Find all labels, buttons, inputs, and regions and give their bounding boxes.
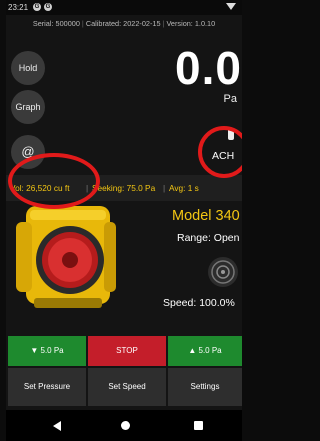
speed-label: Speed: 100.0% bbox=[163, 297, 235, 309]
range-label: Range: Open bbox=[177, 232, 240, 244]
status-time: 23:21 bbox=[8, 3, 29, 12]
recent-apps-icon[interactable] bbox=[194, 421, 203, 430]
increase-pressure-button[interactable]: ▲ 5.0 Pa bbox=[168, 336, 242, 366]
set-speed-button[interactable]: Set Speed bbox=[88, 368, 166, 406]
app-screen: 23:21 G G Serial: 500000 | Calibrated: 2… bbox=[6, 0, 242, 441]
pressure-reading: 0.0 bbox=[175, 42, 242, 94]
seeking-text: Seeking: 75.0 Pa bbox=[92, 183, 156, 193]
separator: | bbox=[163, 183, 166, 193]
settings-button[interactable]: Settings bbox=[168, 368, 242, 406]
set-pressure-button[interactable]: Set Pressure bbox=[8, 368, 86, 406]
version-text: Version: 1.0.10 bbox=[166, 19, 216, 28]
blower-fan-image bbox=[16, 206, 116, 308]
device-info-bar: Serial: 500000 | Calibrated: 2022-02-15 … bbox=[32, 19, 216, 28]
average-text: Avg: 1 s bbox=[169, 183, 199, 193]
model-label: Model 340 bbox=[172, 208, 240, 224]
stop-button[interactable]: STOP bbox=[88, 336, 166, 366]
hold-button[interactable]: Hold bbox=[11, 51, 45, 85]
annotation-circle bbox=[8, 153, 100, 209]
fan-icon bbox=[208, 257, 238, 287]
calibrated-text: Calibrated: 2022-02-15 bbox=[85, 19, 161, 28]
status-bar: 23:21 G G bbox=[6, 0, 242, 15]
navigation-bar bbox=[6, 410, 242, 441]
graph-button[interactable]: Graph bbox=[11, 90, 45, 124]
notification-icon: G bbox=[33, 3, 41, 11]
serial-text: Serial: 500000 bbox=[32, 19, 80, 28]
back-icon[interactable] bbox=[53, 421, 61, 431]
notification-icon: G bbox=[44, 3, 52, 11]
annotation-circle bbox=[198, 126, 242, 178]
home-icon[interactable] bbox=[121, 421, 130, 430]
wifi-icon bbox=[226, 3, 236, 10]
pressure-unit: Pa bbox=[223, 93, 237, 105]
decrease-pressure-button[interactable]: ▼ 5.0 Pa bbox=[8, 336, 86, 366]
